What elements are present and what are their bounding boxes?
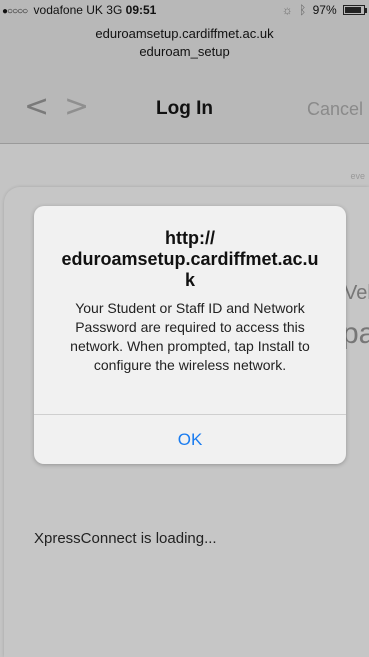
status-time: 09:51 (125, 3, 157, 17)
alert-dialog: http:// eduroamsetup.cardiffmet.ac.u k Y… (34, 206, 346, 464)
carrier-name: vodafone UK (33, 3, 103, 17)
nav-bar: < > Log In Cancel (0, 92, 369, 126)
ok-button[interactable]: OK (34, 415, 346, 464)
status-bar: ●○○○○ vodafone UK 3G 09:51 ☼ ᛒ 97% (0, 0, 369, 20)
location-icon: ☼ (281, 3, 293, 17)
status-left: ●○○○○ vodafone UK 3G 09:51 (2, 3, 156, 17)
bluetooth-icon: ᛒ (299, 3, 307, 17)
status-right: ☼ ᛒ 97% (282, 3, 367, 17)
battery-nub (365, 8, 367, 13)
battery-percent: 97% (312, 3, 337, 17)
web-edge-text: eve (350, 171, 365, 181)
signal-strength-icon: ●○○○○ (2, 6, 28, 17)
alert-message: Your Student or Staff ID and Network Pas… (70, 300, 310, 373)
url-host: eduroamsetup.cardiffmet.ac.uk (95, 26, 274, 41)
alert-title: http:// eduroamsetup.cardiffmet.ac.u k (61, 228, 319, 290)
browser-header: eduroamsetup.cardiffmet.ac.uk eduroam_se… (0, 20, 369, 144)
heading-peek-text: pa (342, 317, 369, 350)
welcome-peek-text: Vel (344, 282, 369, 304)
battery-icon (343, 5, 365, 15)
network-type: 3G (106, 3, 123, 17)
url-path: eduroam_setup (139, 44, 230, 59)
cancel-button[interactable]: Cancel (307, 99, 363, 120)
loading-text: XpressConnect is loading... (34, 530, 217, 547)
